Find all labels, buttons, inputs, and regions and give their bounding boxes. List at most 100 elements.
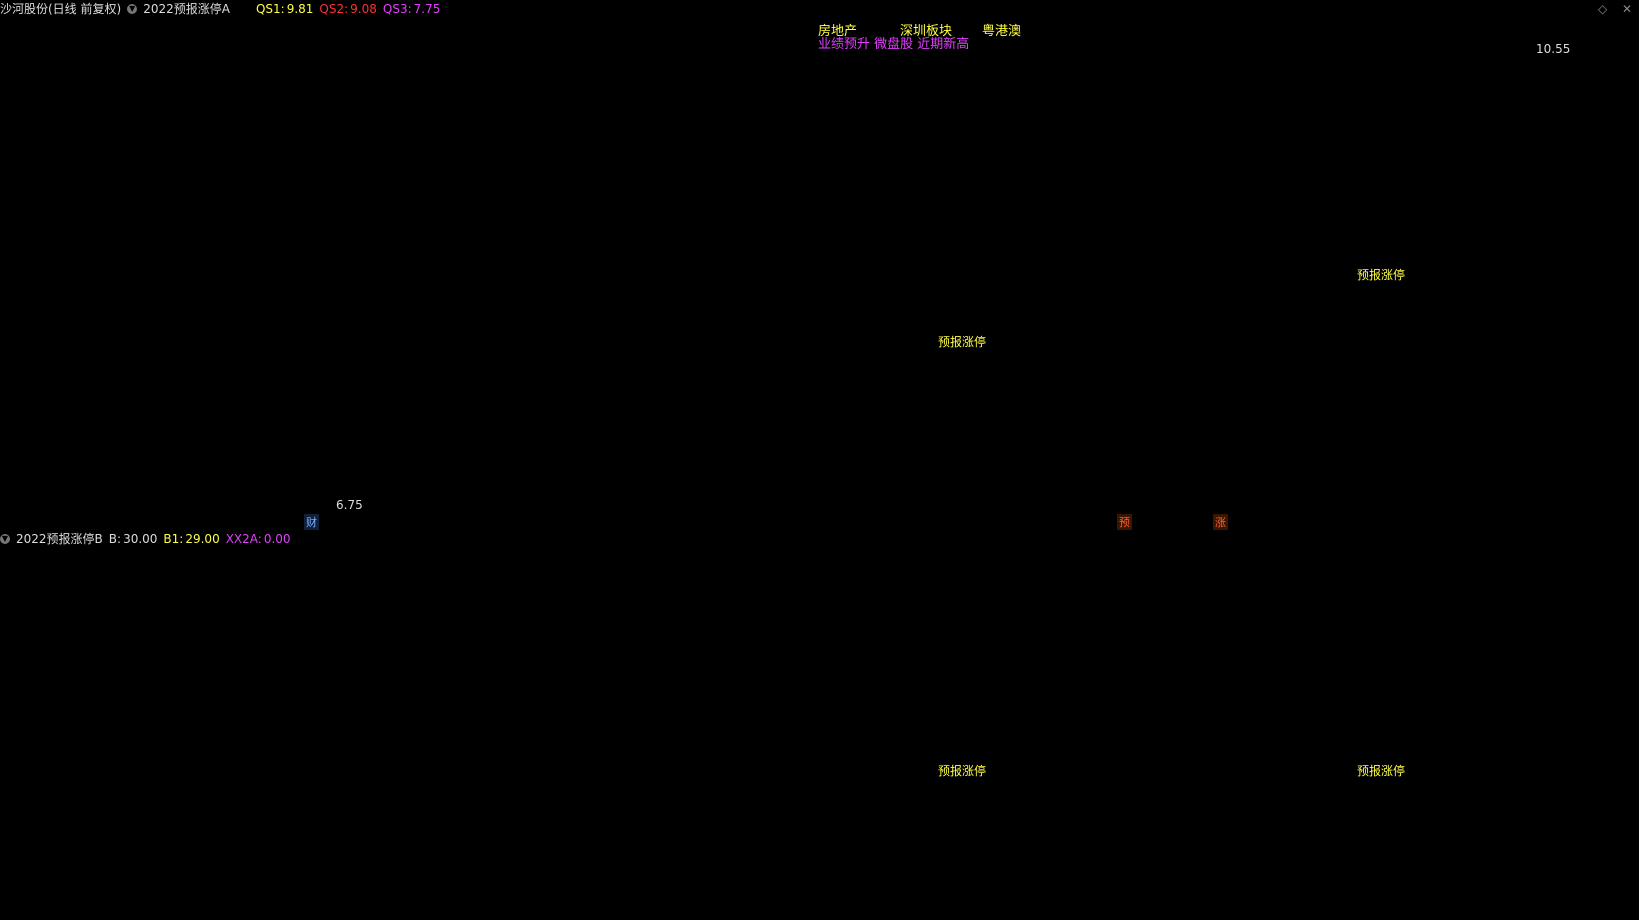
candle-body <box>1310 156 1320 167</box>
ma-mid-line <box>11 137 1587 400</box>
qs1-value: 9.81 <box>286 2 314 16</box>
candle-body <box>1426 168 1436 188</box>
signal-dot <box>939 664 947 672</box>
candle-body <box>497 392 507 400</box>
candle-body <box>1516 103 1526 111</box>
candle-body <box>1181 221 1191 241</box>
sub-indicator-name[interactable]: 2022预报涨停B <box>16 530 103 548</box>
candle-body <box>1271 150 1281 164</box>
candle-body <box>884 200 894 258</box>
candle-body <box>20 315 30 327</box>
candle-body <box>459 400 469 409</box>
candle-body <box>368 393 378 405</box>
sub-signal-label-2: 预报涨停 <box>1357 764 1406 778</box>
candle-body <box>833 301 843 323</box>
ma-slow-line <box>12 221 1586 312</box>
candle-body <box>549 356 559 370</box>
candle-body <box>162 345 172 376</box>
main-chart-header: 沙河股份(日线 前复权) ▼ 2022预报涨停A QS1: 9.81 QS2: … <box>0 0 440 18</box>
candle-body <box>1374 165 1384 182</box>
b1-label: B1: <box>163 532 184 546</box>
candle-body <box>59 292 69 312</box>
candle-body <box>1555 109 1565 117</box>
ma-fast-line <box>11 102 1586 409</box>
candle-body <box>1194 221 1204 235</box>
main-signal-label-2: 预报涨停 <box>1357 268 1406 282</box>
limit-up-marker[interactable]: 涨 <box>1213 514 1228 530</box>
candle-body <box>1361 162 1371 167</box>
candle-body <box>317 374 327 385</box>
candle-body <box>691 350 701 358</box>
signal-dot <box>1357 664 1365 672</box>
xx2a-label: XX2A: <box>225 532 262 546</box>
candle-body <box>343 372 353 388</box>
candle-body <box>1155 250 1165 270</box>
candle-body <box>98 306 108 341</box>
candle-body <box>356 386 366 395</box>
candle-body <box>1091 160 1101 200</box>
candle-body <box>85 313 95 341</box>
settings-icon[interactable]: ▼ <box>127 4 138 14</box>
candle-body <box>1013 209 1023 235</box>
candle-body <box>871 256 881 288</box>
candle-body <box>72 294 82 317</box>
candle-body <box>1142 245 1152 270</box>
candle-body <box>1284 162 1294 176</box>
candle-body <box>1000 215 1010 235</box>
main-indicator-name[interactable]: 2022预报涨停A <box>143 0 230 18</box>
signal-bar <box>1297 151 1305 180</box>
candle-body <box>252 362 262 367</box>
candle-body <box>678 327 688 352</box>
concept-tag-gba: 粤港澳 <box>982 24 1022 39</box>
candle-body <box>755 350 765 357</box>
diamond-icon[interactable]: ◇ <box>1598 2 1607 16</box>
candle-body <box>510 386 520 394</box>
settings-icon[interactable]: ▼ <box>0 534 10 544</box>
forecast-marker[interactable]: 预 <box>1117 514 1132 530</box>
close-icon[interactable]: ✕ <box>1622 2 1632 16</box>
candle-body <box>278 360 288 378</box>
candle-body <box>1465 180 1475 200</box>
stock-name[interactable]: 沙河股份(日线 前复权) <box>0 0 121 18</box>
candle-body <box>962 270 972 300</box>
candle-body <box>33 315 43 323</box>
candle-body <box>1129 221 1139 247</box>
high-price-label: 10.55 <box>1536 42 1571 56</box>
candle-body <box>588 350 598 362</box>
xx2a-value: 0.00 <box>263 532 291 546</box>
candle-body <box>265 365 275 378</box>
candle-body <box>407 395 417 411</box>
candle-body <box>291 360 301 370</box>
candle-body <box>1026 186 1036 211</box>
low-price-label: 6.75 <box>336 498 363 512</box>
sub-signal-label-1: 预报涨停 <box>938 764 987 778</box>
candle-body <box>807 309 817 329</box>
candle-body <box>1168 239 1178 252</box>
candle-body <box>975 233 985 272</box>
candle-body <box>897 200 907 256</box>
candle-body <box>1542 97 1552 117</box>
candle-body <box>330 372 340 385</box>
candle-body <box>781 345 791 352</box>
candle-body <box>1258 150 1268 170</box>
candle-body <box>652 345 662 357</box>
financial-report-marker[interactable]: 财 <box>304 514 319 530</box>
candle-body <box>123 298 133 305</box>
b-label: B: <box>108 532 122 546</box>
candle-body <box>214 321 224 341</box>
candle-body <box>111 296 121 308</box>
candle-body <box>1336 160 1346 170</box>
signal-bar <box>859 251 866 301</box>
chart-canvas[interactable] <box>0 0 1639 920</box>
candle-body <box>1581 86 1591 103</box>
candle-body <box>240 356 250 364</box>
candle-body <box>46 310 56 322</box>
candle-body <box>626 356 636 364</box>
candle-body <box>7 318 17 329</box>
candle-body <box>304 368 314 376</box>
candle-body <box>613 356 623 364</box>
candle-body <box>420 388 430 397</box>
candle-body <box>742 336 752 352</box>
candle-body <box>136 303 146 329</box>
signal-spike-inner <box>934 559 946 915</box>
